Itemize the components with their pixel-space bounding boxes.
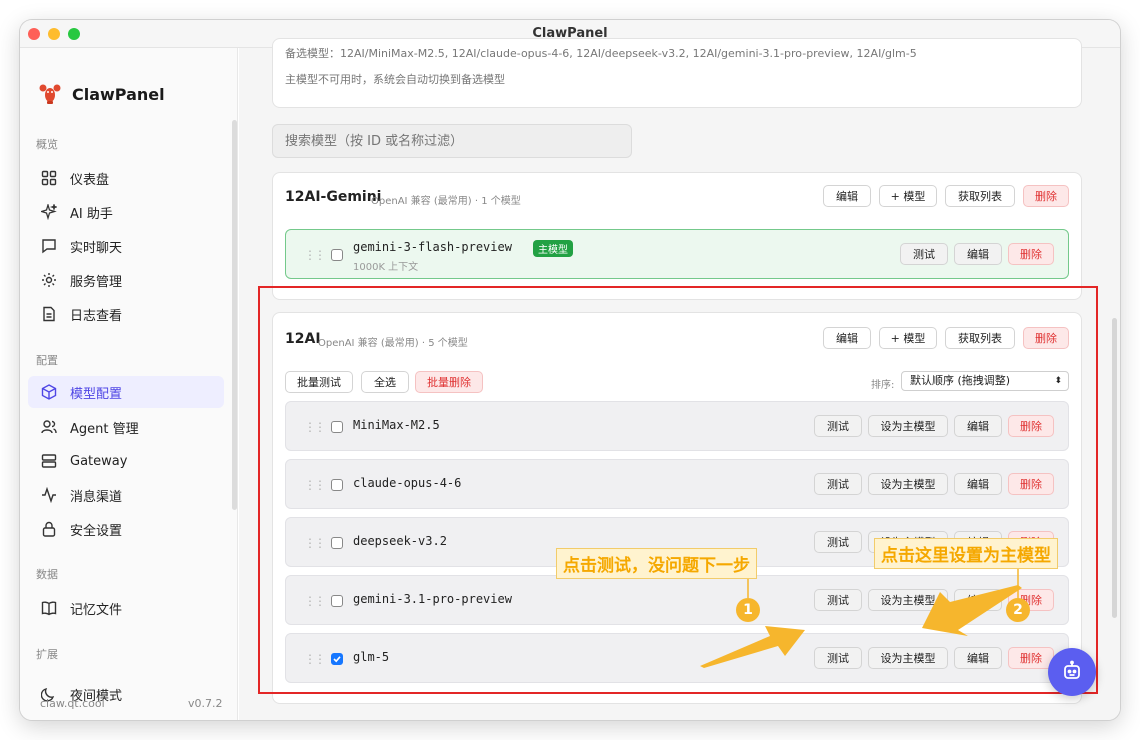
- sidebar-item-label: 模型配置: [70, 386, 123, 402]
- fallback-card: 备选模型：12AI/MiniMax-M2.5, 12AI/claude-opus…: [272, 38, 1082, 108]
- provider-add-model-button[interactable]: + 模型: [879, 185, 937, 207]
- book-icon: [40, 599, 58, 617]
- chat-icon: [40, 237, 58, 255]
- sidebar-scrollbar[interactable]: [232, 120, 237, 510]
- sidebar-item-label: Gateway: [70, 453, 128, 469]
- sidebar-item-label: AI 助手: [70, 206, 113, 222]
- sidebar-item-services[interactable]: 服务管理: [28, 264, 224, 296]
- sidebar-item-label: 日志查看: [70, 308, 123, 324]
- sidebar-item-label: 记忆文件: [70, 602, 123, 618]
- provider-edit-button[interactable]: 编辑: [823, 185, 871, 207]
- brand-name: ClawPanel: [72, 85, 165, 104]
- lock-icon: [40, 520, 58, 538]
- dashboard-icon: [40, 169, 58, 187]
- footer-version: v0.7.2: [188, 697, 223, 710]
- sparkle-icon: [40, 203, 58, 221]
- drag-handle-icon[interactable]: ⋮⋮: [304, 248, 326, 262]
- primary-model-badge: 主模型: [533, 240, 573, 257]
- search-input[interactable]: [273, 125, 631, 157]
- sidebar-item-label: 服务管理: [70, 274, 123, 290]
- fallback-models-line: 备选模型：12AI/MiniMax-M2.5, 12AI/claude-opus…: [285, 47, 917, 60]
- sidebar-item-model-config[interactable]: 模型配置: [28, 376, 224, 408]
- model-row-gemini-3-flash-preview[interactable]: ⋮⋮ gemini-3-flash-preview 主模型 1000K 上下文 …: [285, 229, 1069, 279]
- fallback-hint: 主模型不可用时，系统会自动切换到备选模型: [285, 73, 505, 86]
- sidebar-item-agent[interactable]: Agent 管理: [28, 411, 224, 443]
- highlight-box: [258, 286, 1098, 694]
- search-box[interactable]: [272, 124, 632, 158]
- provider-name: 12AI-Gemini: [285, 189, 382, 205]
- model-name: gemini-3-flash-preview: [353, 240, 512, 254]
- gear-icon: [40, 271, 58, 289]
- sidebar-item-live-chat[interactable]: 实时聊天: [28, 230, 224, 262]
- assistant-fab-button[interactable]: [1048, 648, 1096, 696]
- provider-card-12ai-gemini: 12AI-Gemini OpenAI 兼容 (最常用) · 1 个模型 编辑 +…: [272, 172, 1082, 300]
- provider-meta: OpenAI 兼容 (最常用) · 1 个模型: [371, 196, 521, 207]
- model-context: 1000K 上下文: [353, 262, 419, 273]
- lobster-logo-icon: [38, 82, 62, 107]
- annotation-step2-number: 2: [1006, 598, 1030, 622]
- model-test-button[interactable]: 测试: [900, 243, 948, 265]
- model-edit-button[interactable]: 编辑: [954, 243, 1002, 265]
- section-extend: 扩展: [36, 648, 58, 661]
- sidebar-item-label: 仪表盘: [70, 172, 110, 188]
- annotation-step1-number: 1: [736, 598, 760, 622]
- brand[interactable]: ClawPanel: [38, 82, 165, 107]
- sidebar-item-label: 安全设置: [70, 523, 123, 539]
- main-scrollbar[interactable]: [1112, 318, 1117, 618]
- provider-delete-button[interactable]: 删除: [1023, 185, 1069, 207]
- model-delete-button[interactable]: 删除: [1008, 243, 1054, 265]
- sidebar-item-label: Agent 管理: [70, 421, 139, 437]
- sidebar-item-memory[interactable]: 记忆文件: [28, 592, 224, 624]
- sidebar-item-dashboard[interactable]: 仪表盘: [28, 162, 224, 194]
- document-icon: [40, 305, 58, 323]
- annotation-step1-text: 点击测试，没问题下一步: [556, 548, 757, 579]
- sidebar-item-gateway[interactable]: Gateway: [28, 445, 224, 477]
- section-overview: 概览: [36, 138, 58, 151]
- section-config: 配置: [36, 354, 58, 367]
- sidebar-item-ai-assistant[interactable]: AI 助手: [28, 196, 224, 228]
- pulse-icon: [40, 486, 58, 504]
- server-icon: [40, 452, 58, 470]
- sidebar-item-label: 消息渠道: [70, 489, 123, 505]
- cube-icon: [40, 383, 58, 401]
- sidebar-item-security[interactable]: 安全设置: [28, 513, 224, 545]
- users-icon: [40, 418, 58, 436]
- sidebar-item-channels[interactable]: 消息渠道: [28, 479, 224, 511]
- sidebar: ClawPanel 概览 仪表盘 AI 助手 实时聊天 服务管理 日志查看 配置…: [20, 48, 238, 720]
- annotation-step2-text: 点击这里设置为主模型: [874, 538, 1058, 569]
- model-checkbox[interactable]: [331, 249, 343, 261]
- provider-fetch-list-button[interactable]: 获取列表: [945, 185, 1015, 207]
- sidebar-item-label: 实时聊天: [70, 240, 123, 256]
- sidebar-item-logs[interactable]: 日志查看: [28, 298, 224, 330]
- footer-site[interactable]: claw.qt.cool: [40, 697, 105, 710]
- section-data: 数据: [36, 568, 58, 581]
- robot-icon: [1061, 660, 1083, 685]
